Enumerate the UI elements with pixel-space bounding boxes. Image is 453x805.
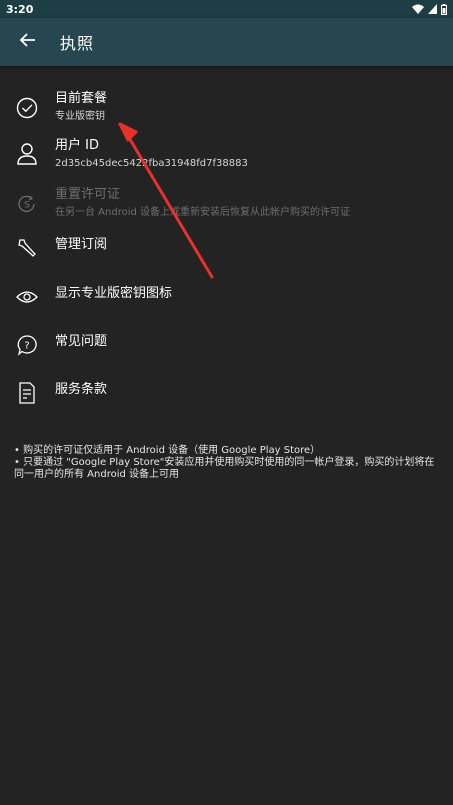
menu-item-show-pro-key-icon[interactable]: 显示专业版密钥图标 [0,285,453,333]
current-plan-value: 专业版密钥 [55,111,105,122]
wrench-icon [15,236,39,260]
reset-license-description: 在另一台 Android 设备上或重新安装后恢复从此帐户购买的许可证 [55,207,351,218]
screen: 3:20 执照 目前套餐 专业版密钥 用户 ID 2d35cb45dec5422… [0,0,453,805]
note-line-2: • 只要通过 "Google Play Store"安装应用并使用购买时使用的同… [14,457,435,480]
manage-subscription-title: 管理订阅 [55,237,108,252]
restore-icon: S [15,192,39,216]
current-plan-title: 目前套餐 [55,91,108,106]
license-notes: • 购买的许可证仅适用于 Android 设备（使用 Google Play S… [14,445,439,481]
menu-item-user-id[interactable]: 用户 ID 2d35cb45dec5422fba31948fd7f38883 [0,137,453,185]
back-button[interactable] [8,22,48,62]
signal-icon [428,4,437,14]
faq-title: 常见问题 [55,334,108,349]
reset-license-title: 重置许可证 [55,187,121,202]
status-bar: 3:20 [0,0,453,18]
svg-text:S: S [24,201,30,211]
user-id-title: 用户 ID [55,138,99,153]
eye-icon [15,285,39,309]
arrow-back-icon [19,31,37,53]
svg-text:?: ? [24,341,29,352]
status-icons [412,3,447,15]
page-title: 执照 [60,34,95,53]
show-pro-key-icon-title: 显示专业版密钥图标 [55,286,173,301]
terms-of-service-title: 服务条款 [55,382,108,397]
menu-item-terms-of-service[interactable]: 服务条款 [0,381,453,429]
menu-item-faq[interactable]: ? 常见问题 [0,333,453,381]
menu-item-current-plan[interactable]: 目前套餐 专业版密钥 [0,90,453,138]
check-circle-icon [15,96,39,120]
person-icon [15,142,39,166]
battery-icon [441,3,447,15]
document-icon [15,381,39,405]
status-time: 3:20 [6,2,34,16]
note-line-1: • 购买的许可证仅适用于 Android 设备（使用 Google Play S… [14,445,321,456]
help-bubble-icon: ? [15,333,39,357]
menu-item-reset-license[interactable]: S 重置许可证 在另一台 Android 设备上或重新安装后恢复从此帐户购买的许… [0,186,453,234]
wifi-icon [412,4,424,14]
app-bar: 执照 [0,18,453,66]
menu-item-manage-subscription[interactable]: 管理订阅 [0,236,453,284]
user-id-value: 2d35cb45dec5422fba31948fd7f38883 [55,158,248,169]
